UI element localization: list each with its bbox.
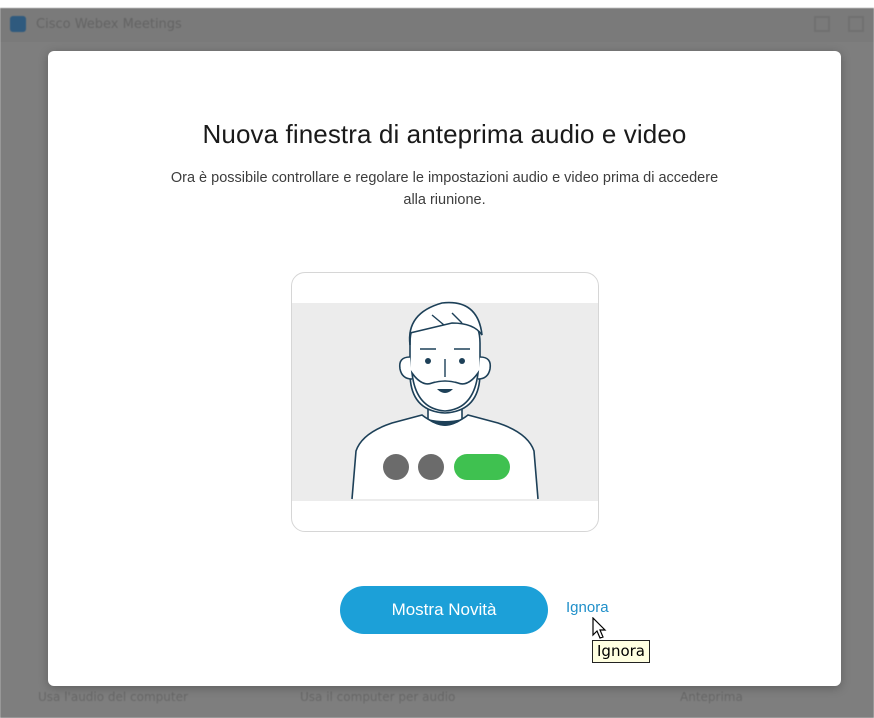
- tooltip: Ignora: [592, 640, 650, 663]
- right-eye: [459, 358, 465, 364]
- illustration-svg: [292, 301, 598, 501]
- computer-audio-option: Usa il computer per audio: [300, 690, 456, 704]
- top-strip: [0, 0, 874, 8]
- show-whats-new-button[interactable]: Mostra Novità: [340, 586, 548, 634]
- screen: Cisco Webex Meetings Usa l'audio del com…: [0, 0, 874, 718]
- whats-new-dialog: Nuova finestra di anteprima audio e vide…: [48, 51, 841, 686]
- dialog-title: Nuova finestra di anteprima audio e vide…: [202, 119, 687, 149]
- app-window-title: Cisco Webex Meetings: [36, 17, 182, 32]
- window-controls: [814, 16, 864, 32]
- close-icon: [848, 16, 864, 32]
- app-titlebar: Cisco Webex Meetings: [0, 8, 874, 42]
- ignore-link[interactable]: Ignora: [566, 599, 609, 616]
- dialog-subtitle: Ora è possibile controllare e regolare l…: [170, 170, 719, 208]
- preview-option: Anteprima: [680, 690, 743, 704]
- app-logo-icon: [10, 16, 26, 32]
- mouse-pointer-icon: [592, 617, 607, 639]
- mute-dot: [383, 454, 409, 480]
- maximize-icon: [814, 16, 830, 32]
- join-pill: [454, 454, 510, 480]
- person-preview-illustration: [291, 272, 599, 532]
- video-dot: [418, 454, 444, 480]
- left-eye: [425, 358, 431, 364]
- torso-outline: [351, 414, 539, 500]
- audio-option: Usa l'audio del computer: [38, 690, 188, 704]
